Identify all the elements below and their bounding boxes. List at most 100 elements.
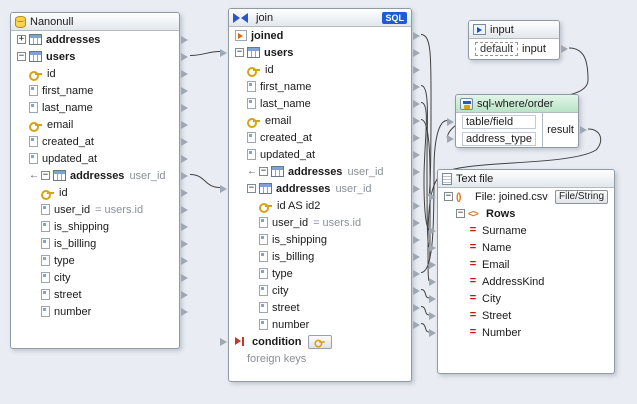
collapse-icon[interactable]: − (41, 171, 50, 180)
tree-row-street[interactable]: street (11, 286, 179, 303)
tree-row-street[interactable]: =Street (438, 307, 614, 324)
tree-row-last-name[interactable]: last_name (11, 99, 179, 116)
tree-row-condition[interactable]: condition (229, 333, 411, 350)
tree-row-type[interactable]: type (229, 265, 411, 282)
component-title: Nanonull (30, 16, 73, 28)
tree-row-number[interactable]: number (229, 316, 411, 333)
wire-number-number[interactable] (421, 324, 429, 333)
field-icon (29, 85, 38, 96)
row-label: Rows (486, 208, 515, 220)
row-label: id AS id2 (277, 200, 320, 212)
component-header[interactable]: Nanonull (11, 13, 179, 31)
tree-row-surname[interactable]: =Surname (438, 222, 614, 239)
result-port[interactable]: result (543, 113, 578, 147)
tree-row-id-as-id2[interactable]: id AS id2 (229, 197, 411, 214)
tree-row-created-at[interactable]: created_at (229, 129, 411, 146)
row-label: id (47, 68, 56, 80)
tree-row-rows[interactable]: − Rows (438, 205, 614, 222)
collapse-icon[interactable]: − (444, 192, 453, 201)
tree-row-email[interactable]: =Email (438, 256, 614, 273)
tree-row-updated-at[interactable]: updated_at (11, 150, 179, 167)
tree-row-city[interactable]: city (11, 269, 179, 286)
tree-row-street[interactable]: street (229, 299, 411, 316)
wire-addresses[interactable] (190, 175, 220, 188)
tree-row-number[interactable]: number (11, 303, 179, 320)
tree-row-created-at[interactable]: created_at (11, 133, 179, 150)
collapse-icon[interactable]: − (17, 52, 26, 61)
component-header[interactable]: input (469, 21, 559, 39)
row-label: is_shipping (54, 221, 109, 233)
tree-row-city[interactable]: city (229, 282, 411, 299)
param-table-field[interactable]: table/field (456, 113, 542, 130)
tree-row-is-billing[interactable]: is_billing (229, 248, 411, 265)
row-label: created_at (42, 136, 94, 148)
param-address-type[interactable]: address_type (456, 130, 542, 147)
tree-row-id[interactable]: id (11, 184, 179, 201)
row-label: addresses (46, 34, 100, 46)
tree-row-joined[interactable]: joined (229, 27, 411, 44)
tree-row-last-name[interactable]: last_name (229, 95, 411, 112)
component-header[interactable]: sql-where/order (456, 95, 578, 113)
tree-row-is-shipping[interactable]: is_shipping (229, 231, 411, 248)
collapse-icon[interactable]: − (259, 167, 268, 176)
tree-row-file-joined-csv[interactable]: − File: joined.csv File/String (438, 188, 614, 205)
condition-key-button[interactable] (308, 335, 332, 349)
tree-row-first-name[interactable]: first_name (11, 82, 179, 99)
component-input[interactable]: input default input (468, 20, 560, 60)
tree-row-is-billing[interactable]: is_billing (11, 235, 179, 252)
component-sql-where-order[interactable]: sql-where/order table/field address_type… (455, 94, 579, 148)
row-label: File: joined.csv (475, 191, 548, 203)
file-string-button[interactable]: File/String (555, 190, 608, 204)
default-value-box[interactable]: default (475, 42, 518, 56)
csvfield-icon: = (468, 225, 478, 236)
tree-row-email[interactable]: email (229, 112, 411, 129)
wire-users[interactable] (190, 52, 220, 56)
collapse-icon[interactable]: − (247, 184, 256, 193)
tree-row-addresses[interactable]: ←−addressesuser_id (11, 167, 179, 184)
tree-row-email[interactable]: email (11, 116, 179, 133)
wire-firstname-name[interactable] (421, 86, 429, 248)
tree-row-first-name[interactable]: first_name (229, 78, 411, 95)
component-nanonull[interactable]: Nanonull + addresses −users id first_namelas… (10, 12, 180, 349)
sql-badge[interactable]: SQL (382, 12, 407, 24)
tree-row-addresskind[interactable]: =AddressKind (438, 273, 614, 290)
component-join[interactable]: join SQL joined−usersidfirst_name last_na… (228, 8, 412, 382)
row-label: foreign keys (247, 353, 306, 365)
row-label: condition (252, 336, 302, 348)
csvfield-icon: = (468, 327, 478, 338)
row-label: Street (482, 310, 511, 322)
tree-row-number[interactable]: =Number (438, 324, 614, 341)
tree-row-addresses[interactable]: ←−addressesuser_id (229, 163, 411, 180)
param-label[interactable]: address_type (462, 132, 536, 146)
relation-arrow-icon: ← (29, 170, 39, 181)
tree-row-updated-at[interactable]: updated_at (229, 146, 411, 163)
tree-row-is-shipping[interactable]: is_shipping (11, 218, 179, 235)
wire-street-street[interactable] (421, 307, 429, 316)
tree-row-user-id[interactable]: user_id= users.id (229, 214, 411, 231)
tree-row-city[interactable]: =City (438, 290, 614, 307)
tree-row-name[interactable]: =Name (438, 239, 614, 256)
collapse-icon[interactable]: − (235, 48, 244, 57)
csvfield-icon: = (468, 293, 478, 304)
field-icon (259, 285, 268, 296)
collapse-icon[interactable]: − (456, 209, 465, 218)
param-label[interactable]: table/field (462, 115, 536, 129)
component-title: sql-where/order (477, 98, 553, 110)
tree-row-id[interactable]: id (229, 61, 411, 78)
tree-row-id[interactable]: id (11, 65, 179, 82)
tree-row-addresses[interactable]: + addresses (11, 31, 179, 48)
tree-row-users[interactable]: −users (11, 48, 179, 65)
expand-icon[interactable]: + (17, 35, 26, 44)
tree-row-users[interactable]: −users (229, 44, 411, 61)
component-header[interactable]: Text file (438, 170, 614, 188)
tree-row-user-id[interactable]: user_id= users.id (11, 201, 179, 218)
row-label: email (47, 119, 73, 131)
component-header[interactable]: join SQL (229, 9, 411, 27)
component-text-file[interactable]: Text file − File: joined.csv File/String − R… (437, 169, 615, 374)
tree-row-type[interactable]: type (11, 252, 179, 269)
row-label: last_name (260, 98, 311, 110)
row-label: email (265, 115, 291, 127)
input-port-row[interactable]: default input (469, 39, 559, 59)
wire-city-city[interactable] (421, 290, 429, 299)
tree-row-addresses[interactable]: −addressesuser_id (229, 180, 411, 197)
